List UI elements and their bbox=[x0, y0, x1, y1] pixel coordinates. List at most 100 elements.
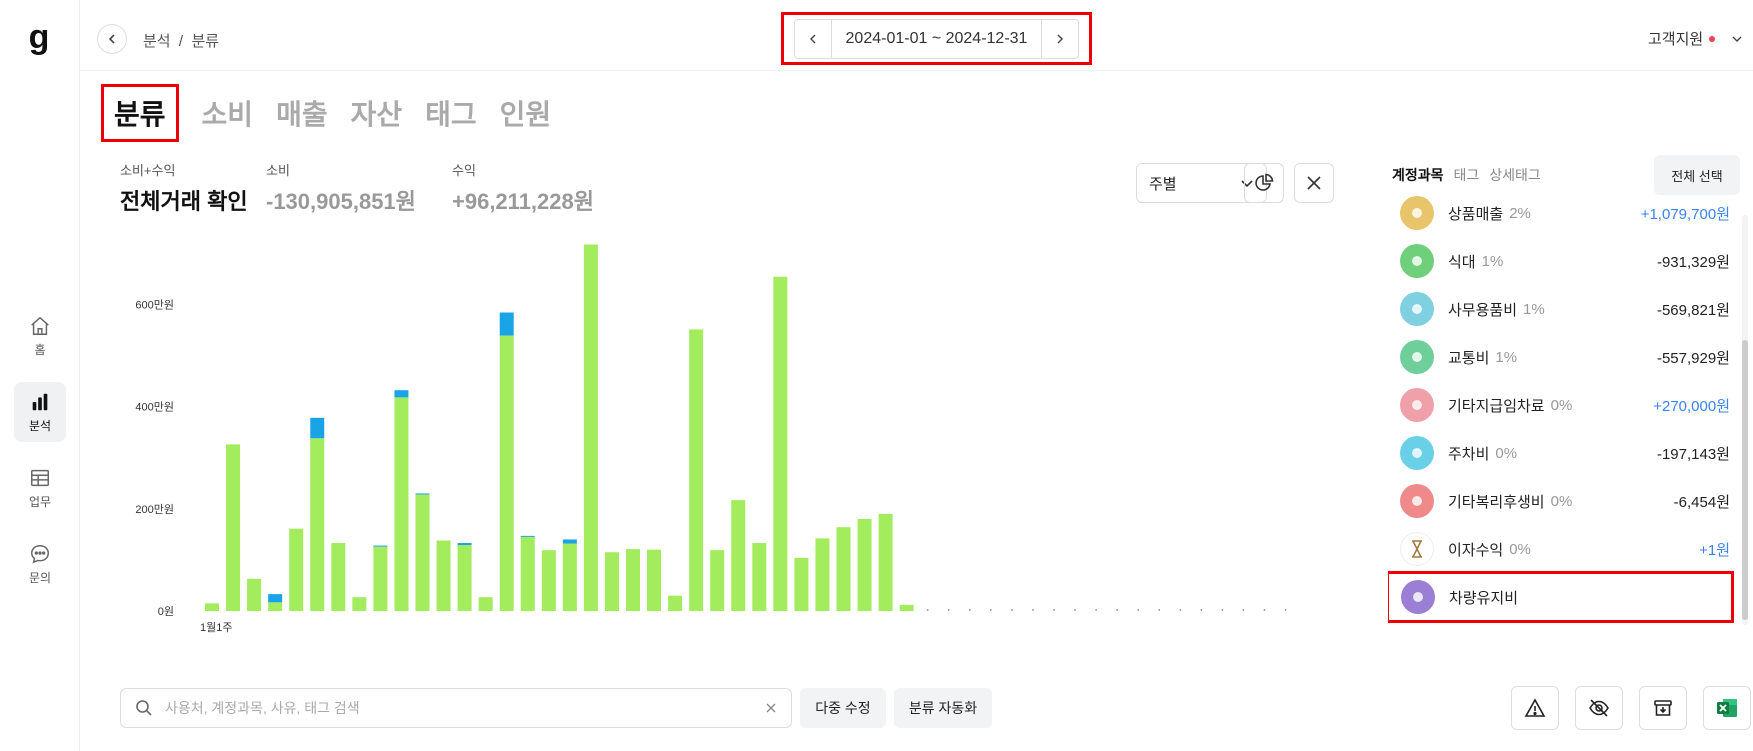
empty-week-marker bbox=[1053, 609, 1055, 611]
multi-edit-button[interactable]: 다중 수정 bbox=[800, 688, 886, 728]
bar-segment-primary[interactable] bbox=[436, 540, 451, 611]
category-item[interactable]: 사무용품비 1% -569,821원 bbox=[1388, 285, 1740, 333]
category-item[interactable]: 주차비 0% -197,143원 bbox=[1388, 429, 1740, 477]
bar-segment-primary[interactable] bbox=[794, 557, 809, 611]
summary-spend[interactable]: 소비 -130,905,851원 bbox=[266, 160, 416, 216]
search-input[interactable] bbox=[165, 700, 765, 716]
bar-segment-primary[interactable] bbox=[562, 543, 577, 611]
bar-segment-primary[interactable] bbox=[373, 546, 388, 611]
hide-button[interactable] bbox=[1575, 686, 1623, 730]
bar-segment-primary[interactable] bbox=[836, 527, 851, 611]
scrollbar-thumb[interactable] bbox=[1742, 340, 1748, 620]
excel-icon bbox=[1717, 699, 1737, 717]
date-range-picker: 2024-01-01 ~ 2024-12-31 bbox=[781, 12, 1092, 65]
bar-segment-primary[interactable] bbox=[626, 549, 640, 611]
category-item[interactable]: 기타복리후생비 0% -6,454원 bbox=[1388, 477, 1740, 525]
tab-tags[interactable]: 태그 bbox=[425, 93, 477, 133]
nav-item-inquiry[interactable]: 문의 bbox=[14, 534, 66, 594]
tab-sales[interactable]: 매출 bbox=[276, 93, 328, 133]
bar-segment-secondary[interactable] bbox=[394, 390, 409, 398]
bar-segment-primary[interactable] bbox=[773, 276, 788, 611]
category-item[interactable]: 식대 1% -931,329원 bbox=[1388, 237, 1740, 285]
tab-assets[interactable]: 자산 bbox=[351, 93, 403, 133]
empty-week-marker bbox=[1095, 609, 1097, 611]
bar-segment-primary[interactable] bbox=[394, 397, 409, 611]
warning-button[interactable] bbox=[1511, 686, 1559, 730]
app-logo[interactable]: g bbox=[22, 20, 56, 56]
summary-spend-label: 소비 bbox=[266, 163, 290, 178]
category-item[interactable]: 상품매출 2% +1,079,700원 bbox=[1388, 195, 1740, 237]
chevron-right-icon bbox=[1057, 34, 1064, 43]
customer-support-menu[interactable]: 고객지원 bbox=[1648, 28, 1743, 49]
date-range-text[interactable]: 2024-01-01 ~ 2024-12-31 bbox=[830, 19, 1043, 58]
bar-segment-secondary[interactable] bbox=[268, 594, 283, 603]
tab-tag[interactable]: 태그 bbox=[1454, 165, 1480, 185]
tab-category[interactable]: 분류 bbox=[101, 84, 179, 142]
bar-segment-primary[interactable] bbox=[331, 543, 346, 611]
bar-segment-primary[interactable] bbox=[478, 597, 493, 611]
category-amount: -6,454원 bbox=[1673, 493, 1730, 511]
summary-income[interactable]: 수익 +96,211,228원 bbox=[452, 160, 594, 216]
bar-segment-primary[interactable] bbox=[710, 550, 725, 611]
bar-segment-secondary[interactable] bbox=[415, 493, 430, 495]
bar-segment-primary[interactable] bbox=[815, 538, 830, 611]
tab-people[interactable]: 인원 bbox=[500, 93, 552, 133]
nav-item-home[interactable]: 홈 bbox=[14, 306, 66, 366]
empty-week-marker bbox=[1158, 609, 1161, 611]
bar-segment-primary[interactable] bbox=[689, 329, 704, 611]
bar-segment-secondary[interactable] bbox=[457, 543, 472, 546]
bar-segment-primary[interactable] bbox=[752, 543, 767, 611]
dish-icon bbox=[1400, 484, 1434, 518]
nav-item-work[interactable]: 업무 bbox=[14, 458, 66, 518]
category-amount: -557,929원 bbox=[1656, 349, 1730, 367]
bar-segment-primary[interactable] bbox=[604, 552, 619, 611]
bar-segment-secondary[interactable] bbox=[562, 539, 577, 544]
bar-segment-primary[interactable] bbox=[899, 604, 914, 611]
tab-account[interactable]: 계정과목 bbox=[1392, 165, 1444, 185]
summary-all[interactable]: 소비+수익 전체거래 확인 bbox=[120, 160, 248, 216]
category-item[interactable]: 이자수익 0% +1원 bbox=[1388, 525, 1740, 573]
bar-segment-primary[interactable] bbox=[268, 602, 283, 611]
bar-segment-primary[interactable] bbox=[205, 603, 219, 611]
bar-segment-primary[interactable] bbox=[731, 500, 746, 611]
bar-segment-primary[interactable] bbox=[457, 545, 472, 611]
category-item[interactable]: 차량유지비 bbox=[1388, 571, 1734, 623]
bar-segment-primary[interactable] bbox=[247, 578, 262, 611]
auto-classify-button[interactable]: 분류 자동화 bbox=[894, 688, 992, 728]
bar-segment-primary[interactable] bbox=[352, 597, 367, 611]
bar-segment-primary[interactable] bbox=[415, 494, 430, 611]
archive-button[interactable] bbox=[1639, 686, 1687, 730]
bar-segment-primary[interactable] bbox=[499, 335, 514, 611]
bar-segment-secondary[interactable] bbox=[499, 312, 514, 336]
bar-segment-primary[interactable] bbox=[583, 244, 598, 612]
tab-detail-tag[interactable]: 상세태그 bbox=[1489, 165, 1541, 185]
bar-segment-primary[interactable] bbox=[541, 550, 556, 611]
bar-segment-secondary[interactable] bbox=[520, 535, 535, 537]
category-item[interactable]: 기타지급임차료 0% +270,000원 bbox=[1388, 381, 1740, 429]
bar-segment-primary[interactable] bbox=[857, 519, 872, 611]
date-next-button[interactable] bbox=[1042, 20, 1078, 58]
empty-week-marker bbox=[989, 609, 992, 611]
category-item[interactable]: 교통비 1% -557,929원 bbox=[1388, 333, 1740, 381]
nav-label-inquiry: 문의 bbox=[28, 570, 52, 585]
pie-chart-toggle-button[interactable] bbox=[1244, 163, 1284, 203]
back-button[interactable] bbox=[97, 24, 127, 54]
bar-segment-secondary[interactable] bbox=[310, 417, 325, 439]
bar-segment-primary[interactable] bbox=[668, 595, 683, 611]
category-scrollbar[interactable] bbox=[1742, 215, 1748, 625]
category-percent: 2% bbox=[1509, 204, 1531, 222]
nav-item-analysis[interactable]: 분석 bbox=[14, 382, 66, 442]
date-prev-button[interactable] bbox=[795, 20, 831, 58]
bar-segment-primary[interactable] bbox=[289, 528, 304, 611]
bar-segment-secondary[interactable] bbox=[373, 545, 388, 547]
excel-export-button[interactable] bbox=[1703, 686, 1751, 730]
close-chart-button[interactable] bbox=[1294, 163, 1334, 203]
bar-segment-primary[interactable] bbox=[647, 549, 662, 611]
clear-icon[interactable] bbox=[765, 702, 777, 714]
bar-segment-primary[interactable] bbox=[878, 513, 893, 611]
bar-segment-primary[interactable] bbox=[310, 438, 325, 611]
select-all-button[interactable]: 전체 선택 bbox=[1654, 155, 1740, 195]
tab-spending[interactable]: 소비 bbox=[202, 93, 254, 133]
bar-segment-primary[interactable] bbox=[520, 536, 535, 611]
bar-segment-primary[interactable] bbox=[226, 444, 241, 611]
